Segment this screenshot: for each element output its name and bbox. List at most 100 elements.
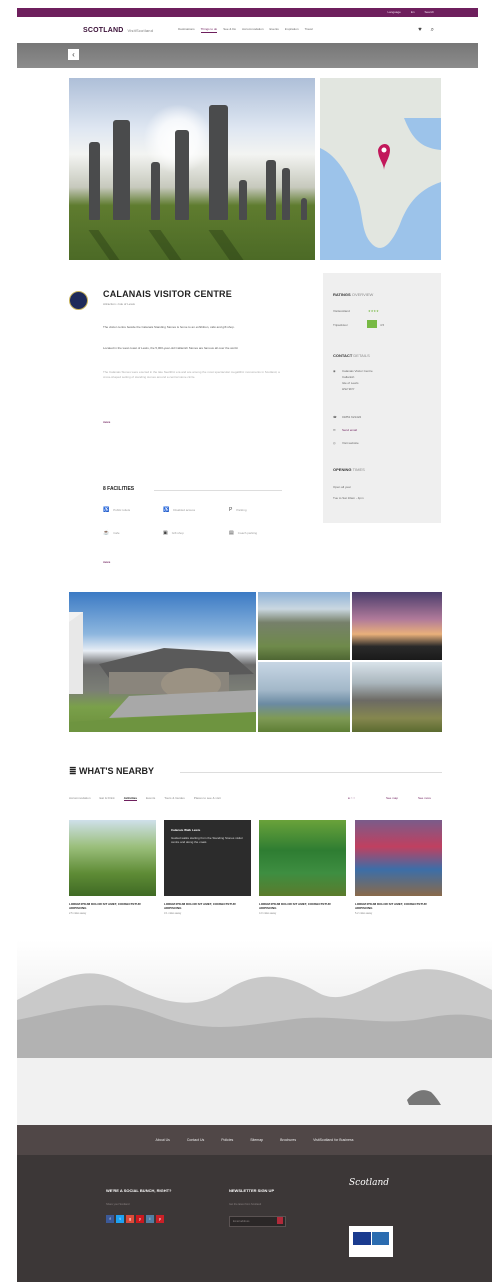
nearby-card[interactable]: LOREM IPSUM DOLOR SIT AMET, CONSECTETUR … bbox=[259, 820, 346, 915]
tab-accommodation[interactable]: Accommodation bbox=[69, 796, 91, 801]
opening-line: Tue to Sat 10am - 4pm bbox=[333, 496, 364, 500]
visitscotland-logo[interactable]: Scotland bbox=[349, 1178, 389, 1188]
social-subtext: Share your Scotland bbox=[106, 1203, 130, 1206]
opening-heading: OPENING TIMES bbox=[333, 467, 365, 472]
venue-title: CALANAIS VISITOR CENTRE bbox=[103, 289, 232, 299]
instagram-icon[interactable]: i bbox=[146, 1215, 154, 1223]
facebook-icon[interactable]: f bbox=[106, 1215, 114, 1223]
tab-eat-drink[interactable]: Eat & Drink bbox=[100, 796, 115, 801]
standing-stone bbox=[113, 120, 130, 220]
location-map[interactable] bbox=[320, 78, 441, 260]
ratings-heading: RATINGS OVERVIEW bbox=[333, 292, 374, 297]
card-image bbox=[69, 820, 156, 896]
read-more-link[interactable]: more bbox=[103, 420, 110, 424]
gallery-image-main[interactable] bbox=[69, 592, 256, 732]
card-image bbox=[259, 820, 346, 896]
card-caption: LOREM IPSUM DOLOR SIT AMET, CONSECTETUR … bbox=[259, 902, 331, 910]
pager-dots[interactable]: ● ○ ○ bbox=[348, 796, 355, 800]
top-search-link[interactable]: Search bbox=[424, 11, 434, 14]
more-facilities-link[interactable]: more bbox=[103, 560, 110, 564]
see-more-link[interactable]: See more bbox=[418, 796, 431, 800]
facility-item: ♿ Public toilets bbox=[103, 507, 131, 513]
coach-icon: ▤ bbox=[229, 530, 234, 536]
tab-tours[interactable]: Tours & Guides bbox=[164, 796, 185, 801]
nearby-card[interactable]: LOREM IPSUM DOLOR SIT AMET, CONSECTETUR … bbox=[355, 820, 442, 915]
footer-link-business[interactable]: VisitScotland for Business bbox=[313, 1138, 353, 1142]
map-graphic bbox=[320, 78, 441, 260]
footer-landscape bbox=[17, 940, 492, 1125]
site-logo[interactable]: SCOTLAND VisitScotland bbox=[83, 27, 153, 34]
heart-icon[interactable]: ♥ bbox=[418, 27, 422, 34]
back-button[interactable]: ‹ bbox=[68, 49, 79, 60]
hero-image bbox=[69, 78, 315, 260]
stone-shadow bbox=[148, 230, 182, 260]
venue-description-faded: The Calanais Stones were erected in the … bbox=[103, 370, 280, 379]
language-link[interactable]: Language bbox=[387, 11, 400, 14]
email-link[interactable]: Send email bbox=[342, 428, 357, 432]
search-icon[interactable]: ⌕ bbox=[431, 27, 434, 34]
phone-number[interactable]: 01851 621422 bbox=[342, 415, 361, 419]
footer-link-about[interactable]: About Us bbox=[156, 1138, 170, 1142]
youtube-icon[interactable]: y bbox=[136, 1215, 144, 1223]
standing-stone bbox=[151, 162, 160, 220]
venue-logo bbox=[69, 291, 88, 310]
stone-shadow bbox=[208, 230, 244, 260]
nav-item-inspiration[interactable]: Inspiration bbox=[285, 27, 299, 33]
nearby-card[interactable]: Calanais Walk Lewis Guided walks startin… bbox=[164, 820, 251, 915]
venue-description: The visitor centre beside the Calanais S… bbox=[103, 325, 235, 329]
footer-link-contact[interactable]: Contact Us bbox=[187, 1138, 204, 1142]
twitter-icon[interactable]: t bbox=[116, 1215, 124, 1223]
tab-places[interactable]: Places to see & visit bbox=[194, 796, 221, 801]
nav-item-see-do[interactable]: See & Do bbox=[223, 27, 236, 33]
standing-stone bbox=[282, 168, 290, 220]
footer-link-sitemap[interactable]: Sitemap bbox=[250, 1138, 263, 1142]
whats-nearby-tabs: Accommodation Eat & Drink Activities Eve… bbox=[69, 796, 221, 801]
gallery-image-sunset[interactable] bbox=[352, 592, 442, 660]
nav-item-destinations[interactable]: Destinations bbox=[178, 27, 195, 33]
facility-item: ♿ Disabled access bbox=[163, 507, 196, 513]
facilities-divider bbox=[154, 490, 282, 491]
google-plus-icon[interactable]: g bbox=[126, 1215, 134, 1223]
wheelchair-icon: ♿ bbox=[163, 507, 170, 513]
pinterest-icon[interactable]: p bbox=[156, 1215, 164, 1223]
language-selector[interactable]: En bbox=[411, 11, 415, 14]
newsletter-submit-button[interactable] bbox=[277, 1217, 283, 1224]
standing-stone bbox=[175, 130, 189, 220]
utility-bar: Language En Search bbox=[17, 8, 478, 17]
tab-activities[interactable]: Activities bbox=[123, 796, 138, 801]
tripadvisor-badge[interactable] bbox=[367, 320, 377, 328]
standing-stone bbox=[89, 142, 100, 220]
rating-label: Visitscotland bbox=[333, 309, 350, 313]
nav-item-travel[interactable]: Travel bbox=[305, 27, 313, 33]
nearby-card[interactable]: LOREM IPSUM DOLOR SIT AMET, CONSECTETUR … bbox=[69, 820, 156, 915]
card-meta: 2.5 miles away bbox=[69, 912, 87, 915]
nav-item-accommodation[interactable]: Accommodation bbox=[242, 27, 264, 33]
facility-item: P Parking bbox=[229, 507, 247, 513]
footer-link-brochures[interactable]: Brochures bbox=[280, 1138, 296, 1142]
email-icon: ✉ bbox=[333, 428, 336, 432]
card-meta: 5.2 miles away bbox=[355, 912, 373, 915]
social-heading: WE'RE A SOCIAL BUNCH, RIGHT? bbox=[106, 1188, 172, 1193]
website-link[interactable]: Visit website bbox=[342, 441, 359, 445]
gallery-image-stones[interactable] bbox=[258, 592, 350, 660]
see-map-link[interactable]: See map bbox=[386, 796, 398, 800]
gallery-image-loch[interactable] bbox=[258, 662, 350, 732]
gallery-image-building[interactable] bbox=[352, 662, 442, 732]
address-line: HS2 9DY bbox=[342, 387, 355, 391]
main-nav: Destinations Things to do See & Do Accom… bbox=[178, 27, 313, 33]
standing-stone bbox=[301, 198, 307, 220]
page: Language En Search SCOTLAND VisitScotland… bbox=[0, 0, 492, 1282]
nav-item-things-to-do[interactable]: Things to do bbox=[200, 27, 218, 33]
phone-icon: ☎ bbox=[333, 415, 337, 419]
header-icons: ♥ ⌕ bbox=[418, 27, 434, 34]
standing-stone bbox=[266, 160, 276, 220]
tab-events[interactable]: Events bbox=[146, 796, 155, 801]
whats-nearby-title: ≣ WHAT'S NEARBY bbox=[69, 766, 155, 776]
nav-item-events[interactable]: Events bbox=[270, 27, 279, 33]
venue-description: Located in the west coast of Lewis, the … bbox=[103, 346, 239, 350]
standing-stone bbox=[239, 180, 247, 220]
cafe-icon: ☕ bbox=[103, 530, 110, 536]
footer-link-policies[interactable]: Policies bbox=[221, 1138, 233, 1142]
newsletter-subtext: Get the latest from Scotland bbox=[229, 1203, 262, 1206]
card-image: Calanais Walk Lewis Guided walks startin… bbox=[164, 820, 251, 896]
